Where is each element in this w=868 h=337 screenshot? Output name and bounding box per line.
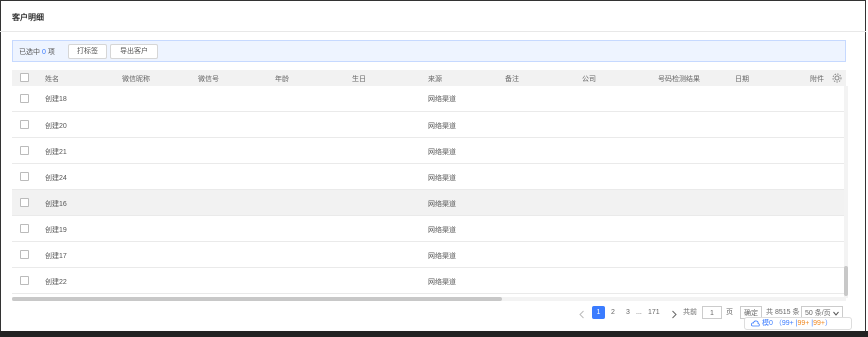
row-checkbox[interactable] bbox=[20, 94, 29, 103]
cell-source: 网络渠道 bbox=[428, 201, 456, 208]
table-row[interactable]: 创建19 网络渠道 bbox=[12, 216, 846, 242]
table-row[interactable]: 创建21 网络渠道 bbox=[12, 138, 846, 164]
cell-name: 创建20 bbox=[45, 123, 67, 130]
page-button-last[interactable]: 171 bbox=[648, 306, 660, 319]
select-all-checkbox[interactable] bbox=[20, 73, 29, 82]
horizontal-scroll-thumb[interactable] bbox=[12, 297, 502, 301]
goto-page-input[interactable]: 1 bbox=[702, 306, 722, 319]
selection-bar: 已选中 0 项 打标签 导出客户 bbox=[12, 40, 846, 62]
col-header-company: 公司 bbox=[582, 76, 596, 83]
widget-count-1: 99+ bbox=[781, 320, 794, 327]
row-checkbox[interactable] bbox=[20, 146, 29, 155]
col-header-birthday: 生日 bbox=[352, 76, 366, 83]
col-header-attachment: 附件 bbox=[810, 76, 824, 83]
table-row[interactable]: 创建24 网络渠道 bbox=[12, 164, 846, 190]
goto-suffix: 页 bbox=[726, 309, 733, 316]
cell-name: 创建21 bbox=[45, 149, 67, 156]
col-header-age: 年龄 bbox=[275, 76, 289, 83]
row-checkbox[interactable] bbox=[20, 224, 29, 233]
row-checkbox[interactable] bbox=[20, 250, 29, 259]
cell-name: 创建18 bbox=[45, 96, 67, 103]
col-header-source: 来源 bbox=[428, 76, 442, 83]
vertical-scrollbar[interactable] bbox=[844, 86, 848, 298]
row-checkbox[interactable] bbox=[20, 198, 29, 207]
selection-suffix: 项 bbox=[47, 49, 55, 56]
divider bbox=[0, 31, 866, 32]
chevron-down-icon bbox=[833, 311, 839, 316]
page-button-3[interactable]: 3 bbox=[626, 306, 630, 319]
table-row[interactable]: 创建18 网络渠道 bbox=[12, 86, 846, 112]
widget-count-3: 99+ bbox=[813, 320, 825, 327]
selection-prefix: 已选中 bbox=[19, 49, 40, 56]
cell-name: 创建19 bbox=[45, 227, 67, 234]
table-row[interactable]: 创建22 网络渠道 bbox=[12, 268, 846, 294]
page-ellipsis[interactable]: ... bbox=[636, 306, 642, 319]
col-header-remark: 备注 bbox=[505, 76, 519, 83]
cell-source: 网络渠道 bbox=[428, 96, 456, 103]
widget-label: 模0 bbox=[761, 320, 773, 327]
col-header-wechat-id: 微信号 bbox=[198, 76, 219, 83]
table-row[interactable]: 创建20 网络渠道 bbox=[12, 112, 846, 138]
row-checkbox[interactable] bbox=[20, 120, 29, 129]
row-checkbox[interactable] bbox=[20, 276, 29, 285]
col-header-date: 日期 bbox=[735, 76, 749, 83]
selection-count: 0 bbox=[41, 49, 46, 56]
table-row[interactable]: 创建16 网络渠道 bbox=[12, 190, 846, 216]
window-bottom-border bbox=[0, 331, 868, 337]
cloud-icon bbox=[751, 320, 760, 327]
cell-source: 网络渠道 bbox=[428, 227, 456, 234]
page-button-1[interactable]: 1 bbox=[592, 306, 605, 319]
cell-name: 创建17 bbox=[45, 253, 67, 260]
tag-button[interactable]: 打标签 bbox=[68, 44, 107, 59]
cell-source: 网络渠道 bbox=[428, 123, 456, 130]
page-title: 客户明细 bbox=[12, 13, 44, 22]
col-header-number-check: 号码检测结果 bbox=[658, 76, 700, 83]
page-size-value: 50 条/页 bbox=[805, 310, 831, 317]
cell-name: 创建16 bbox=[45, 201, 67, 208]
vertical-scroll-thumb[interactable] bbox=[844, 266, 848, 296]
col-header-name: 姓名 bbox=[45, 76, 59, 83]
export-customers-button[interactable]: 导出客户 bbox=[110, 44, 158, 59]
floating-status-widget[interactable]: 模0 （99+ |99+ |99+） bbox=[744, 317, 852, 330]
cell-source: 网络渠道 bbox=[428, 279, 456, 286]
gear-icon[interactable] bbox=[832, 73, 842, 83]
row-checkbox[interactable] bbox=[20, 172, 29, 181]
cell-source: 网络渠道 bbox=[428, 149, 456, 156]
page-button-2[interactable]: 2 bbox=[611, 306, 615, 319]
selection-summary: 已选中 0 项 bbox=[19, 47, 55, 57]
horizontal-scrollbar[interactable] bbox=[12, 297, 846, 301]
cell-name: 创建22 bbox=[45, 279, 67, 286]
table-header: 姓名 微信昵称 微信号 年龄 生日 来源 备注 公司 号码检测结果 日期 附件 bbox=[12, 70, 846, 86]
cell-name: 创建24 bbox=[45, 175, 67, 182]
cell-source: 网络渠道 bbox=[428, 253, 456, 260]
goto-prefix: 共前 bbox=[683, 309, 697, 316]
col-header-wechat-nickname: 微信昵称 bbox=[122, 76, 150, 83]
chevron-left-icon[interactable] bbox=[578, 308, 586, 321]
widget-count-2: 99+ bbox=[797, 320, 810, 327]
cell-source: 网络渠道 bbox=[428, 175, 456, 182]
table-row[interactable]: 创建17 网络渠道 bbox=[12, 242, 846, 268]
chevron-right-icon[interactable] bbox=[670, 308, 678, 321]
